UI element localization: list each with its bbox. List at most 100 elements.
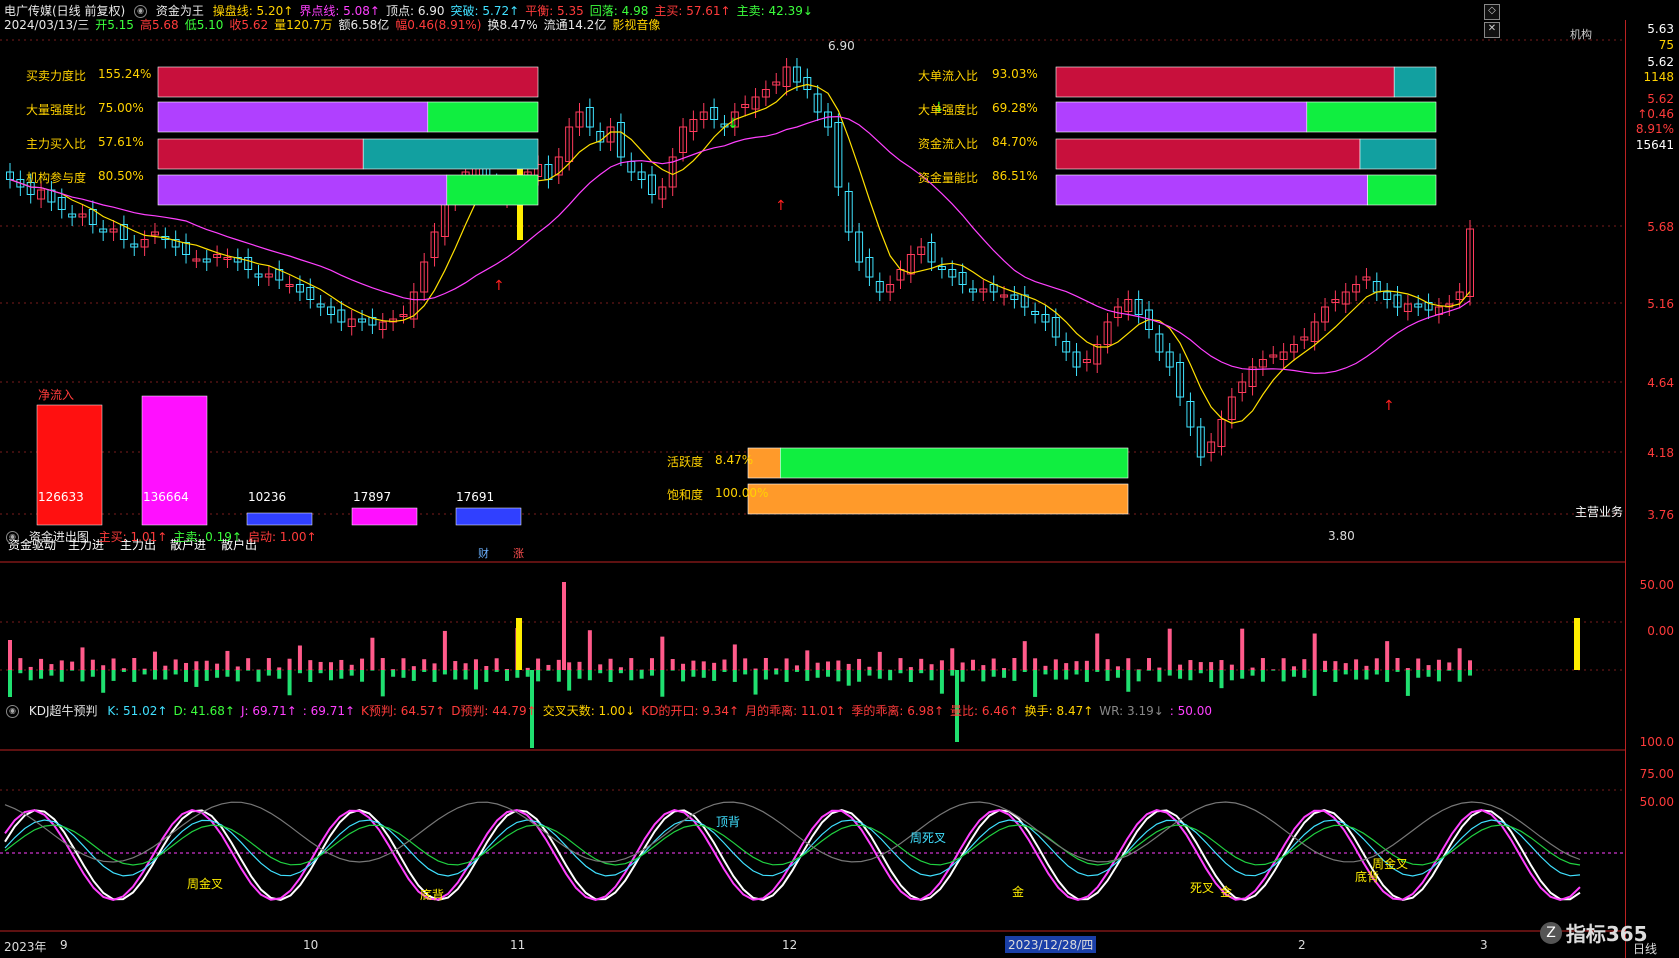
kdj-indicator: K预判: 64.57↑ (361, 704, 446, 718)
ratio-bar (1055, 138, 1361, 170)
flow-hist-bar (453, 661, 458, 670)
flow-hist-bar (442, 670, 447, 675)
flow-hist-bar (90, 659, 95, 670)
kdj-panel-title: ◉ KDJ超牛预判 K: 51.02↑ D: 41.68↑ J: 69.71↑: 6… (6, 702, 1224, 719)
fund-panel-name[interactable]: 资金进出图 (29, 530, 89, 544)
fund-indicator: 主卖: 0.19↑ (173, 530, 242, 544)
flow-hist-bar (794, 665, 799, 670)
kdj-indicator: KD的开口: 9.34↑ (641, 704, 740, 718)
flow-hist-bar (422, 670, 427, 672)
ma-line-yellow (9, 83, 1471, 424)
flow-hist-bar (1178, 664, 1183, 670)
flow-hist-bar (536, 670, 541, 682)
flow-hist-bar (266, 670, 271, 676)
flow-hist-bar (225, 650, 230, 670)
kdj-annotation: 顶背 (716, 815, 740, 829)
flow-hist-bar (1323, 670, 1328, 672)
flow-hist-bar (1043, 665, 1048, 670)
flow-hist-bar (681, 670, 686, 682)
flow-hist-bar (246, 658, 251, 670)
flow-hist-bar (1209, 662, 1214, 670)
flow-hist-bar (888, 670, 893, 681)
flow-hist-bar (857, 670, 862, 682)
x-axis-label: 9 (60, 938, 68, 952)
flow-hist-bar (743, 670, 748, 675)
ratio-label: 机构参与度 (26, 171, 87, 185)
collapse-icon[interactable]: ◇ (1484, 4, 1500, 20)
low-mark: 3.80 (1328, 529, 1355, 543)
flow-hist-bar (1312, 633, 1317, 670)
badge-icon: 财 (478, 546, 489, 560)
flow-hist-bar (1281, 670, 1286, 682)
flow-hist-bar (70, 670, 75, 671)
flow-hist-bar (360, 670, 365, 682)
flow-hist-bar (701, 670, 706, 678)
kdj-annotation: 底背 (1355, 869, 1379, 884)
flow-hist-bar (1074, 670, 1079, 675)
fund-indicator: 启动: 1.00↑ (247, 530, 317, 544)
kdj-annotation: 死叉 (1190, 881, 1214, 895)
kdj-indicator: 换手: 8.47↑ (1024, 704, 1094, 718)
flow-hist-bar (1198, 662, 1203, 670)
panel-settings-icon[interactable]: ◉ (6, 705, 19, 718)
flow-hist-bar (173, 670, 178, 675)
flow-hist-bar (59, 670, 64, 682)
flow-hist-bar (1426, 665, 1431, 670)
flow-hist-bar (173, 659, 178, 670)
kdj-indicator: D: 41.68↑ (173, 704, 235, 718)
flow-hist-bar (1385, 670, 1390, 682)
flow-hist-bar (277, 670, 282, 679)
sector-label[interactable]: 主营业务 (1575, 503, 1623, 520)
flow-hist-bar (287, 670, 292, 696)
flow-hist-bar (401, 658, 406, 670)
flow-hist-bar (1022, 641, 1027, 670)
kdj-panel-name[interactable]: KDJ超牛预判 (29, 704, 98, 718)
flow-hist-bar (18, 658, 23, 670)
down-arrow-icon: ↓ (727, 116, 739, 132)
axis-label: 5.63 (1647, 22, 1674, 36)
kdj-annotation: 周死叉 (910, 831, 946, 845)
flow-hist-bar (939, 670, 944, 694)
flow-value: 126633 (38, 490, 84, 504)
quote-field: 2024/03/13/三 (4, 18, 90, 32)
flow-hist-bar (774, 670, 779, 675)
flow-hist-bar (1115, 666, 1120, 670)
flow-hist-bar (1364, 665, 1369, 670)
flow-bar (455, 507, 522, 526)
flow-hist-bar (753, 670, 758, 695)
flow-hist-bar (277, 667, 282, 670)
flow-hist-bar (1002, 668, 1007, 670)
flow-hist-bar (1312, 670, 1317, 696)
flow-hist-bar (1147, 658, 1152, 670)
flow-hist-bar (960, 670, 965, 682)
flow-hist-bar (90, 670, 95, 677)
flow-hist-bar (1084, 660, 1089, 670)
axis-label: 8.91% (1635, 122, 1674, 136)
ratio-value: 84.70% (992, 135, 1038, 149)
flow-hist-bar (505, 669, 510, 670)
flow-hist-bar (950, 648, 955, 670)
axis-label: 15641 (1635, 138, 1674, 152)
kdj-indicator: 交叉天数: 1.00↓ (542, 704, 636, 718)
kdj-indicator: : 69.71↑ (302, 704, 356, 718)
flow-hist-bar (639, 670, 644, 679)
axis-label: 75.00 (1639, 767, 1674, 781)
panel-settings-icon[interactable]: ◉ (6, 531, 19, 544)
flow-hist-bar (950, 670, 955, 676)
header-indicator: 主卖: 42.39↓ (736, 4, 813, 18)
flow-hist-bar (505, 670, 510, 681)
ratio-value: 69.28% (992, 101, 1038, 115)
flow-hist-bar (743, 658, 748, 670)
ratio-label: 大量强度比 (26, 103, 87, 117)
ratio-value: 75.00% (98, 101, 144, 115)
flow-hist-bar (836, 670, 841, 682)
flow-hist-bar (1033, 658, 1038, 670)
flow-hist-bar (1343, 663, 1348, 670)
quote-info-row: 2024/03/13/三 开5.15 高5.68 低5.10 收5.62 量120.7万额… (4, 16, 666, 33)
chart-canvas[interactable]: 6.903.80财 涨↑↑↑↓↓顶背周死叉周金叉底背周金叉金 金死叉底背 (0, 34, 1625, 934)
flow-hist-bar (308, 660, 313, 670)
x-axis-label: 12 (782, 938, 798, 952)
flow-hist-bar (649, 670, 654, 676)
ratio-label: 买卖力度比 (26, 69, 87, 83)
flow-hist-bar (670, 659, 675, 670)
